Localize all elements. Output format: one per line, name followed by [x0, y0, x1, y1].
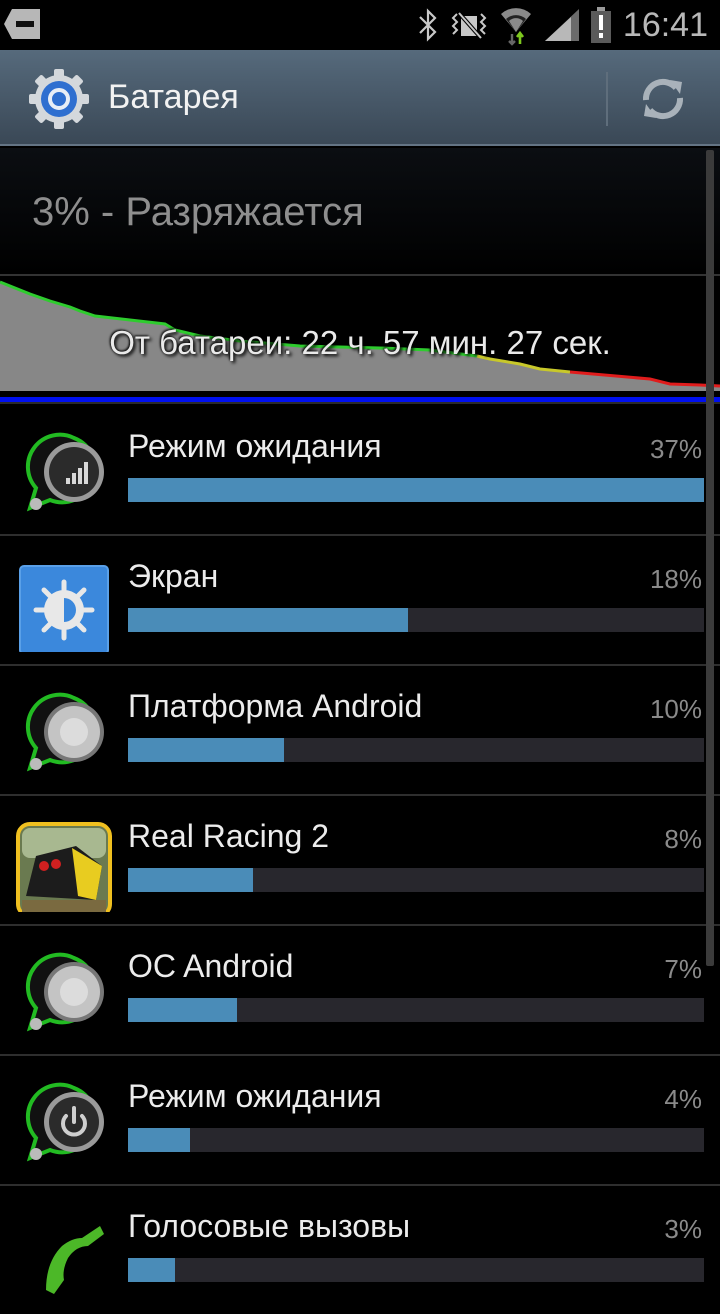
item-label: Режим ожидания	[128, 1078, 382, 1114]
usage-bar-track	[128, 1258, 704, 1282]
usage-bar-fill	[128, 478, 704, 502]
divider	[0, 402, 720, 404]
usage-bar-fill	[128, 1128, 191, 1152]
vibrate-mute-icon	[451, 11, 487, 40]
page-title: Батарея	[108, 78, 239, 116]
cell-standby-icon	[25, 432, 104, 512]
bluetooth-icon	[419, 8, 437, 42]
power-idle-icon	[25, 1082, 104, 1162]
usage-bar-track	[128, 608, 704, 632]
time-on-battery-label: От батареи: 22 ч. 57 мин. 27 сек.	[109, 324, 611, 361]
list-item[interactable]: Real Racing 2 8%	[0, 796, 720, 926]
item-label: Экран	[128, 558, 219, 594]
usage-bar-track	[128, 478, 704, 502]
item-percent: 8%	[664, 824, 702, 854]
usage-bar-track	[128, 868, 704, 892]
item-percent: 18%	[649, 564, 702, 594]
list-item[interactable]: Режим ожидания 37%	[0, 406, 720, 536]
item-percent: 37%	[649, 434, 702, 464]
battery-alert-icon	[590, 7, 611, 43]
usage-bar-track	[128, 1128, 704, 1152]
list-item[interactable]: Экран 18%	[0, 536, 720, 666]
item-label: Голосовые вызовы	[128, 1208, 411, 1244]
settings-gear-icon[interactable]	[28, 68, 90, 130]
item-label: Real Racing 2	[128, 818, 329, 854]
usage-bar-fill	[128, 998, 237, 1022]
refresh-icon[interactable]	[636, 74, 690, 124]
item-percent: 10%	[649, 694, 702, 724]
usage-bar-fill	[128, 1258, 175, 1282]
usage-bar-fill	[128, 608, 409, 632]
status-bar: 16:41	[0, 0, 720, 50]
battery-history-graph[interactable]: От батареи: 22 ч. 57 мин. 27 сек.	[0, 276, 720, 396]
action-bar: Батарея	[0, 50, 720, 146]
action-bar-divider	[606, 72, 608, 126]
usage-bar-fill	[128, 868, 253, 892]
usage-bar-track	[128, 738, 704, 762]
list-item[interactable]: OC Android 7%	[0, 926, 720, 1056]
wifi-icon	[500, 8, 531, 46]
battery-status-text: 3% - Разряжается	[32, 190, 364, 234]
list-item[interactable]: Платформа Android 10%	[0, 666, 720, 796]
list-item[interactable]: Режим ожидания 4%	[0, 1056, 720, 1186]
usage-bar-fill	[128, 738, 284, 762]
clock: 16:41	[622, 5, 708, 44]
usage-bar-track	[128, 998, 704, 1022]
battery-summary[interactable]: 3% - Разряжается	[0, 148, 720, 276]
screen-brightness-icon	[19, 565, 109, 652]
notification-icon[interactable]	[4, 9, 42, 39]
signal-icon	[544, 9, 579, 41]
scrollbar[interactable]	[706, 150, 714, 966]
android-platform-icon	[25, 692, 104, 772]
item-percent: 3%	[664, 1214, 702, 1244]
android-os-icon	[25, 952, 104, 1032]
item-percent: 7%	[664, 954, 702, 984]
item-label: OC Android	[128, 948, 294, 984]
item-label: Режим ожидания	[128, 428, 382, 464]
battery-usage-list: Режим ожидания 37% Экран 18% Платформа A…	[0, 406, 720, 1314]
item-label: Платформа Android	[128, 688, 423, 724]
item-percent: 4%	[664, 1084, 702, 1114]
list-item[interactable]: Голосовые вызовы 3%	[0, 1186, 720, 1314]
phone-call-icon	[46, 1226, 104, 1294]
real-racing-2-app-icon	[16, 822, 112, 912]
